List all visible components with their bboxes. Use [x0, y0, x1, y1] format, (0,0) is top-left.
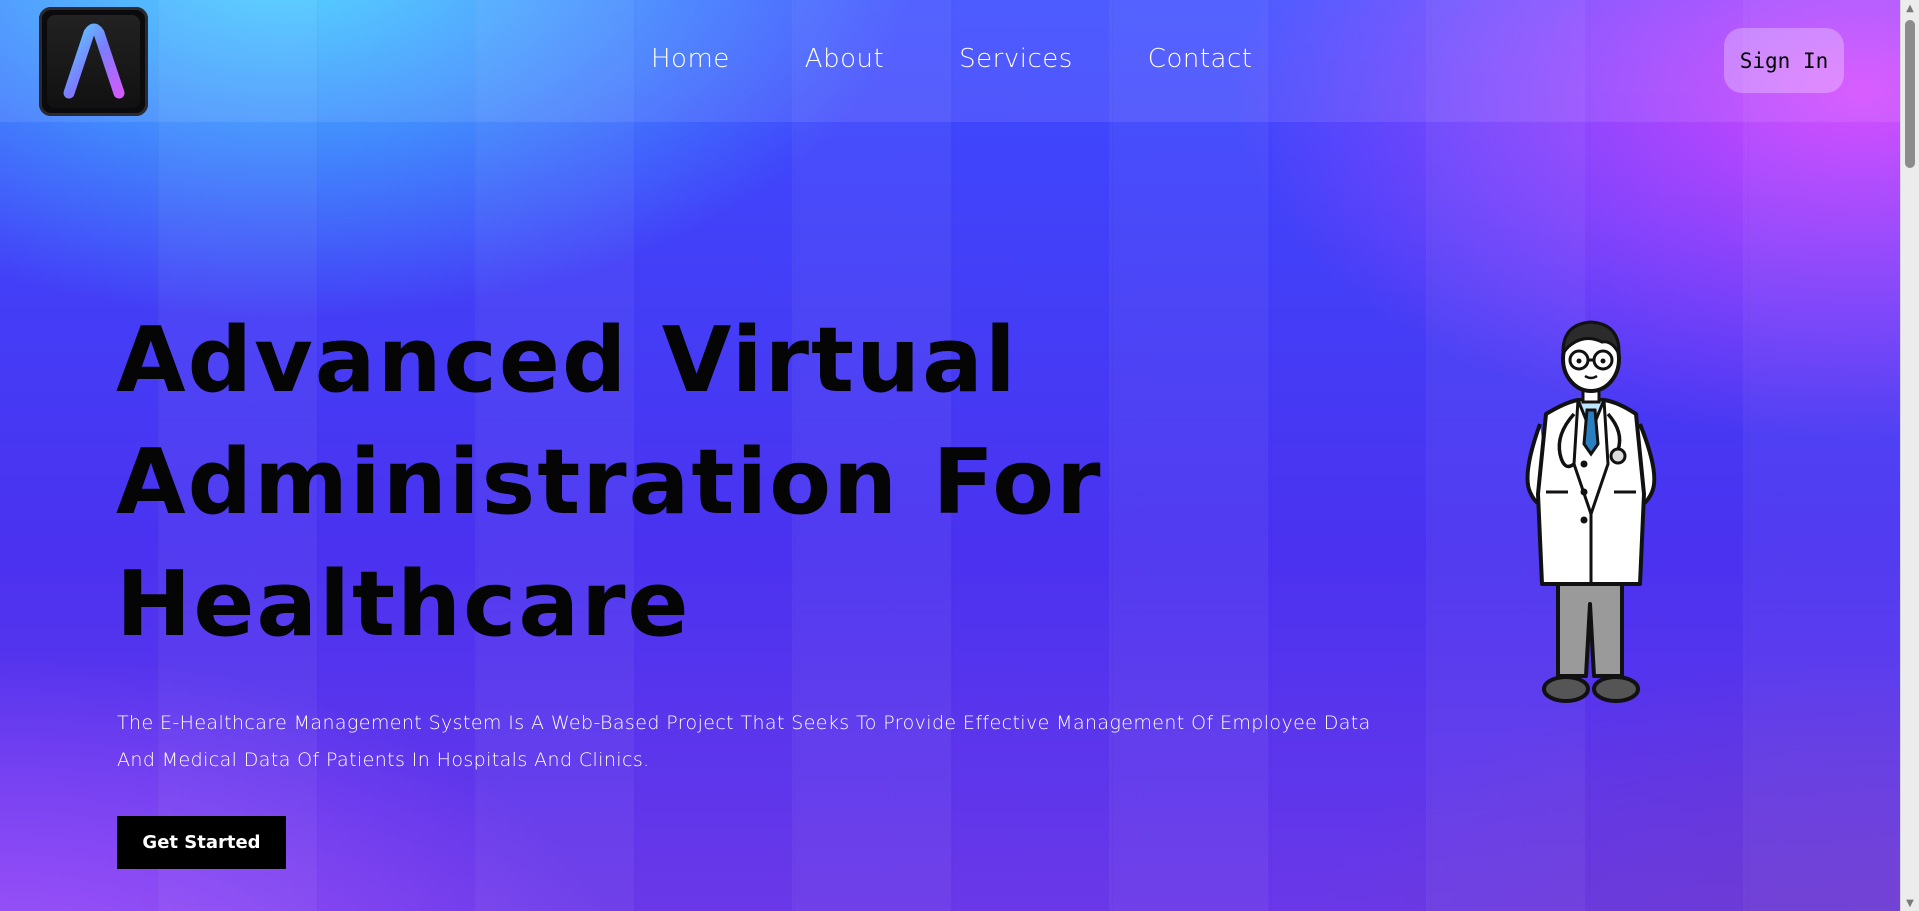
hero-title: Advanced Virtual Administration For Heal…	[116, 300, 1216, 666]
nav-home-link[interactable]: Home	[651, 44, 730, 74]
letter-a-logo-icon	[47, 15, 140, 108]
sign-in-button[interactable]: Sign In	[1724, 28, 1844, 93]
hero-title-line: Healthcare	[116, 552, 691, 657]
scroll-up-icon[interactable]: ▲	[1901, 0, 1919, 16]
main-nav: Home About Services Contact	[651, 44, 1252, 74]
get-started-button[interactable]: Get Started	[117, 816, 286, 869]
page-scrollbar[interactable]: ▲ ▼	[1900, 0, 1919, 911]
scroll-down-icon[interactable]: ▼	[1901, 895, 1919, 911]
hero-title-line: Advanced Virtual	[116, 308, 1018, 413]
nav-contact-link[interactable]: Contact	[1148, 44, 1253, 74]
hero-title-line: Administration For	[116, 430, 1103, 535]
logo[interactable]	[39, 7, 148, 116]
nav-services-link[interactable]: Services	[959, 44, 1073, 74]
scroll-thumb[interactable]	[1905, 20, 1915, 168]
hero-description: The E-Healthcare Management System Is A …	[117, 712, 1371, 771]
doctor-illustration-icon	[1516, 314, 1666, 708]
site-header: Home About Services Contact Sign In	[0, 0, 1901, 122]
nav-about-link[interactable]: About	[805, 44, 884, 74]
